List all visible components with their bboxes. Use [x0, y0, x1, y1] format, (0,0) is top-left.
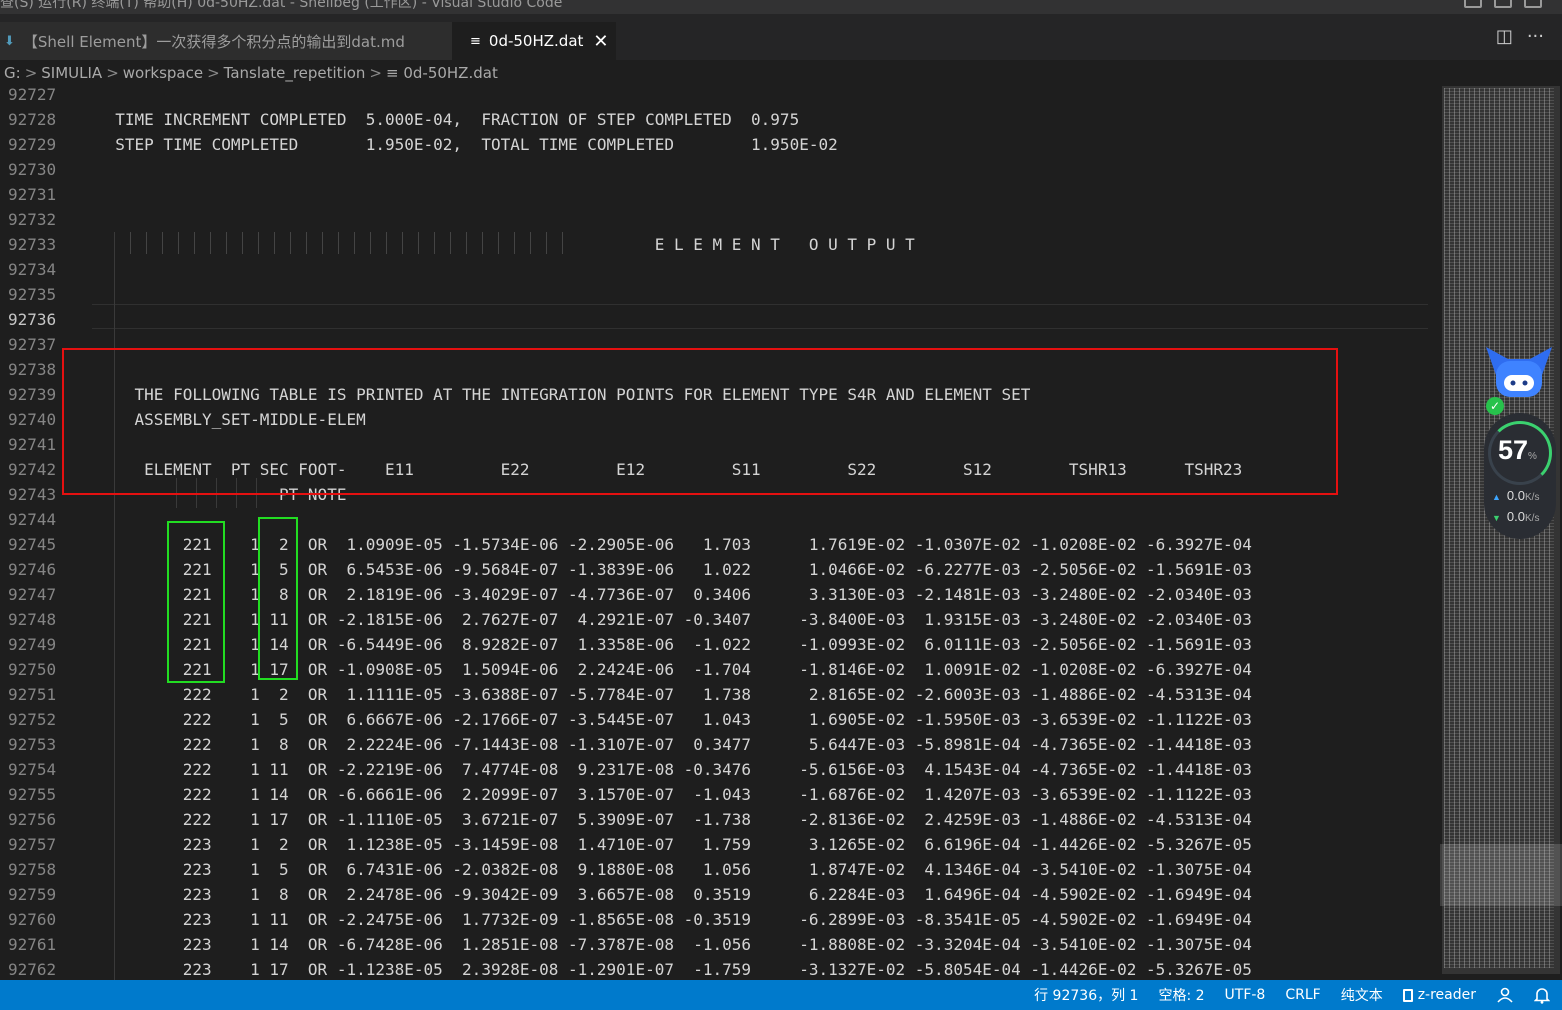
code-line[interactable]: 223 1 8 OR 2.2478E-06 -9.3042E-09 3.6657…	[96, 882, 1252, 907]
table-header-highlight-box	[62, 348, 1338, 495]
account-icon[interactable]	[1496, 986, 1514, 1004]
code-line[interactable]: STEP TIME COMPLETED 1.950E-02, TOTAL TIM…	[96, 132, 837, 157]
download-arrow-icon: ▼	[1492, 513, 1501, 523]
cursor-position[interactable]: 行 92736，列 1	[1034, 985, 1138, 1005]
code-line[interactable]: 223 1 5 OR 6.7431E-06 -2.0382E-08 9.1880…	[96, 857, 1252, 882]
breadcrumb-item[interactable]: Tanslate_repetition	[224, 64, 366, 82]
indentation-setting[interactable]: 空格: 2	[1158, 985, 1204, 1005]
encoding-setting[interactable]: UTF-8	[1225, 987, 1266, 1003]
memory-percent: 57%	[1498, 435, 1537, 465]
breadcrumb-item[interactable]: G:	[4, 64, 21, 82]
code-line[interactable]: 223 1 17 OR -1.1238E-05 2.3928E-08 -1.29…	[96, 957, 1252, 980]
element-column-highlight-box	[167, 521, 225, 683]
breadcrumb-item[interactable]: SIMULIA	[41, 64, 102, 82]
tab-label: 0d-50HZ.dat	[488, 32, 584, 50]
tab-label: 【Shell Element】一次获得多个积分点的输出到dat.md	[22, 32, 405, 51]
layout-icon[interactable]	[1464, 0, 1482, 8]
split-editor-icon[interactable]: ◫	[1496, 26, 1513, 47]
book-icon	[1402, 988, 1413, 1002]
mascot-icon	[1486, 347, 1552, 397]
editor-actions: ◫ ···	[1496, 26, 1544, 47]
code-line[interactable]: 223 1 14 OR -6.7428E-06 1.2851E-08 -7.37…	[96, 932, 1252, 957]
window-controls	[1464, 0, 1542, 8]
chevron-right-icon: >	[24, 64, 38, 82]
minimap-viewport[interactable]	[1440, 844, 1562, 906]
breadcrumb-item[interactable]: ≡ 0d-50HZ.dat	[386, 64, 498, 82]
editor[interactable]: 92727 92728 92729 92730 92731 92732 92733 92734…	[0, 86, 1440, 980]
breadcrumb: G: > SIMULIA > workspace > Tanslate_repe…	[0, 60, 1562, 86]
speed-monitor-widget[interactable]: ✓ 57% ▲ 0.0K/s ▼ 0.0K/s	[1480, 345, 1558, 545]
chevron-right-icon: >	[369, 64, 382, 82]
code-line[interactable]: 222 1 8 OR 2.2224E-06 -7.1443E-08 -1.310…	[96, 732, 1252, 757]
chevron-right-icon: >	[207, 64, 220, 82]
download-speed: ▼ 0.0K/s	[1492, 509, 1540, 524]
more-actions-icon[interactable]: ···	[1527, 26, 1544, 47]
code-line[interactable]: TIME INCREMENT COMPLETED 5.000E-04, FRAC…	[96, 107, 799, 132]
code-line[interactable]: 222 1 14 OR -6.6661E-06 2.2099E-07 3.157…	[96, 782, 1252, 807]
code-line[interactable]: 223 1 2 OR 1.1238E-05 -3.1459E-08 1.4710…	[96, 832, 1252, 857]
z-reader-item[interactable]: z-reader	[1402, 987, 1476, 1003]
code-line[interactable]: E L E M E N T O U T P U T	[96, 232, 915, 257]
code-line[interactable]: 222 1 11 OR -2.2219E-06 7.4774E-08 9.231…	[96, 757, 1252, 782]
breadcrumb-item[interactable]: workspace	[123, 64, 203, 82]
language-mode[interactable]: 纯文本	[1341, 985, 1383, 1005]
eol-setting[interactable]: CRLF	[1285, 987, 1320, 1003]
markdown-download-icon: ⬇	[4, 33, 15, 49]
tab-bar: ⬇ 【Shell Element】一次获得多个积分点的输出到dat.md ≡ 0…	[0, 14, 1562, 60]
code-line[interactable]: 222 1 17 OR -1.1110E-05 3.6721E-07 5.390…	[96, 807, 1252, 832]
check-icon: ✓	[1486, 397, 1504, 415]
notifications-bell-icon[interactable]	[1534, 986, 1550, 1004]
upload-arrow-icon: ▲	[1492, 492, 1501, 502]
title-bar-text: 查(S) 运行(R) 终端(T) 帮助(H) 0d-50HZ.dat - She…	[0, 0, 563, 11]
tab-markdown-file[interactable]: ⬇ 【Shell Element】一次获得多个积分点的输出到dat.md	[0, 22, 452, 60]
layout-icon[interactable]	[1524, 0, 1542, 8]
layout-icon[interactable]	[1494, 0, 1512, 8]
section-column-highlight-box	[258, 517, 298, 680]
close-icon[interactable]: ✕	[593, 31, 608, 52]
chevron-right-icon: >	[106, 64, 119, 82]
upload-speed: ▲ 0.0K/s	[1492, 488, 1540, 503]
tab-dat-file[interactable]: ≡ 0d-50HZ.dat ✕	[452, 22, 616, 60]
code-line[interactable]: 222 1 2 OR 1.1111E-05 -3.6388E-07 -5.778…	[96, 682, 1252, 707]
status-bar: 行 92736，列 1 空格: 2 UTF-8 CRLF 纯文本 z-reade…	[0, 980, 1562, 1010]
title-bar: 查(S) 运行(R) 终端(T) 帮助(H) 0d-50HZ.dat - She…	[0, 0, 1562, 14]
text-file-icon: ≡	[470, 33, 481, 49]
code-line[interactable]: 223 1 11 OR -2.2475E-06 1.7732E-09 -1.85…	[96, 907, 1252, 932]
code-line[interactable]: 222 1 5 OR 6.6667E-06 -2.1766E-07 -3.544…	[96, 707, 1252, 732]
